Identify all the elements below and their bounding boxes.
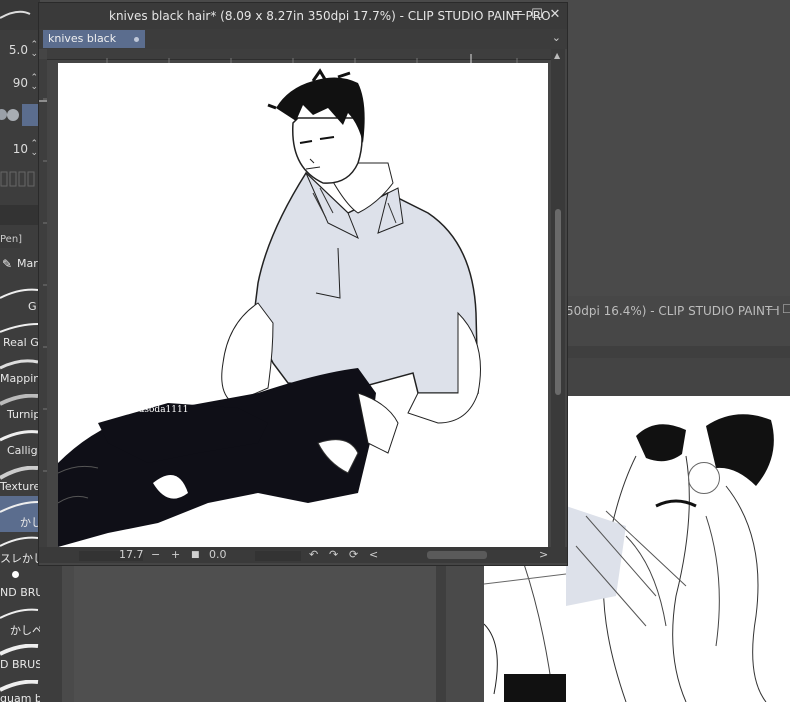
brush-stroke-icon — [0, 536, 39, 547]
bg-canvas[interactable] — [566, 396, 790, 702]
brush-shape-selector[interactable] — [0, 102, 40, 128]
stabilization-field[interactable]: 10 ⌃ ⌄ — [0, 139, 40, 161]
bg-ruler-top — [566, 346, 790, 358]
brush-item[interactable]: Turnip — [0, 390, 40, 426]
brush-item[interactable]: スレかし — [0, 532, 40, 568]
brush-stroke-icon — [0, 466, 39, 480]
shape-dot-icon[interactable] — [0, 109, 7, 120]
sub-tool-category-label: Pen] — [0, 234, 22, 248]
round-brush-icon — [12, 571, 19, 578]
spinner-icon[interactable]: ⌃ ⌄ — [30, 140, 38, 158]
bg-ruler-left — [436, 564, 446, 702]
rotation-value[interactable]: 0.0 — [209, 548, 227, 561]
brush-stroke-icon — [0, 608, 39, 619]
texture-swatches[interactable] — [0, 170, 40, 188]
brush-stroke-icon — [0, 288, 39, 299]
brush-stroke-icon — [0, 430, 39, 442]
fit-view-button[interactable]: ■ — [191, 550, 200, 560]
rotate-right-button[interactable]: ↷ — [329, 548, 338, 561]
opacity-field[interactable]: 90 ⌃ ⌄ — [0, 73, 40, 95]
zoom-in-button[interactable]: + — [171, 548, 180, 561]
brush-preview — [0, 0, 40, 30]
scroll-thumb[interactable] — [555, 209, 561, 395]
zoom-value[interactable]: 17.7 — [119, 548, 144, 561]
brush-item[interactable]: Textured — [0, 462, 40, 498]
brush-stroke-icon — [0, 644, 39, 656]
minimize-button[interactable]: — — [511, 7, 527, 23]
zoom-out-button[interactable]: − — [151, 548, 160, 561]
maximize-button[interactable]: ☐ — [529, 7, 545, 23]
ruler-left — [39, 59, 47, 547]
modified-dot-icon — [134, 37, 139, 42]
brush-cursor-icon — [688, 462, 720, 494]
bg-window-title: 50dpi 16.4%) - CLIP STUDIO PAINT I — [566, 304, 780, 318]
rotate-left-button[interactable]: ↶ — [309, 548, 318, 561]
brush-item[interactable]: G — [0, 282, 40, 318]
spinner-icon[interactable]: ⌃ ⌄ — [30, 41, 38, 59]
document-window[interactable]: knives black hair* (8.09 x 8.27in 350dpi… — [38, 2, 568, 566]
scroll-right-button[interactable]: > — [539, 548, 548, 561]
brush-item[interactable]: ND BRUSH — [0, 568, 40, 604]
brush-stroke-icon — [0, 359, 39, 370]
brush-stroke-icon — [0, 323, 39, 333]
title-bar[interactable]: knives black hair* (8.09 x 8.27in 350dpi… — [39, 3, 567, 29]
vertical-scrollbar[interactable]: ▲ — [551, 49, 565, 549]
scroll-left-button[interactable]: < — [369, 548, 378, 561]
brush-stroke-icon — [0, 394, 39, 406]
document-tab[interactable]: knives black hair* — [43, 30, 145, 63]
ruler-top — [47, 49, 551, 64]
brush-item[interactable]: かしペン 2 — [0, 604, 40, 640]
reset-rotation-button[interactable]: ⟳ — [349, 548, 358, 561]
drawing-canvas[interactable]: redsoda1111 — [58, 63, 548, 547]
spinner-icon[interactable]: ⌃ ⌄ — [30, 74, 38, 92]
horizontal-scroll-thumb[interactable] — [427, 551, 487, 559]
bg-gutter — [566, 358, 790, 396]
brush-item[interactable]: D BRUSH 2 — [0, 640, 40, 676]
brush-item[interactable]: Mapping — [0, 354, 40, 390]
tool-property-panel: 5.0 ⌃⌄ 90 ⌃⌄ 10 ⌃⌄ Pen] ✎ Mark G Real G … — [0, 0, 40, 702]
marker-icon: ✎ — [2, 257, 13, 271]
maximize-icon[interactable]: ☐ — [782, 302, 790, 316]
tab-bar: knives black hair* ⌄ — [39, 29, 567, 63]
brush-item-selected[interactable]: かし — [0, 496, 40, 532]
signature-text: redsoda1111 — [129, 405, 189, 415]
brush-size-field[interactable]: 5.0 ⌃ ⌄ — [0, 40, 40, 62]
background-document-window[interactable]: 50dpi 16.4%) - CLIP STUDIO PAINT I — ☐ — [566, 296, 790, 702]
panel-divider — [0, 205, 40, 225]
status-bar: 17.7 − + ■ 0.0 ↶ ↷ ⟳ < > — [39, 547, 567, 563]
workspace-background — [74, 564, 436, 702]
scroll-up-icon[interactable]: ▲ — [554, 51, 560, 60]
shape-dot-icon[interactable] — [7, 109, 19, 121]
bg-canvas-lower — [484, 564, 566, 702]
brush-item[interactable]: Calligra — [0, 426, 40, 462]
brush-item[interactable]: quam blotted — [0, 676, 40, 702]
close-button[interactable]: ✕ — [547, 7, 563, 23]
minimize-icon[interactable]: — — [766, 302, 778, 316]
tab-menu-icon[interactable]: ⌄ — [552, 31, 561, 44]
brush-item[interactable]: Real G — [0, 318, 40, 354]
brush-stroke-icon — [0, 501, 39, 513]
rotation-slider-track[interactable] — [255, 551, 301, 561]
panel-scroll-strip — [40, 564, 62, 702]
window-title: knives black hair* (8.09 x 8.27in 350dpi… — [109, 9, 551, 23]
